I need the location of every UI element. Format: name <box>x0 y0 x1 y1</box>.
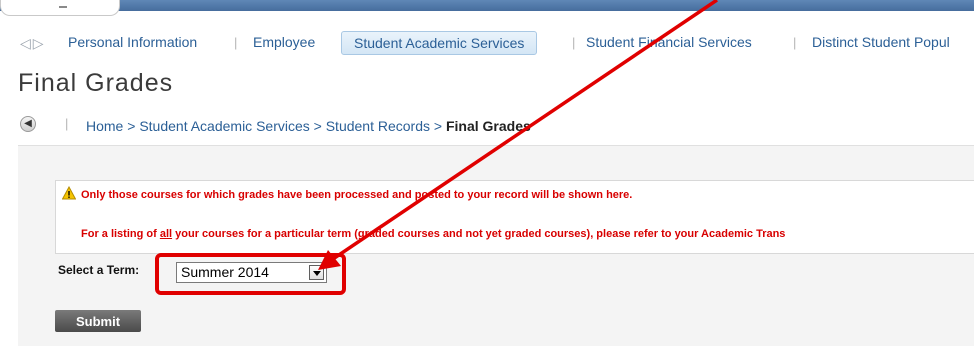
tab-distinct-student-populations[interactable]: Distinct Student Popul <box>812 34 950 50</box>
tab-student-financial-services[interactable]: Student Financial Services <box>586 34 752 50</box>
tab-personal-information[interactable]: Personal Information <box>68 34 197 50</box>
breadcrumb-separator: > <box>127 118 136 134</box>
top-banner <box>0 0 974 11</box>
notice-text-part: For a listing of <box>81 228 160 240</box>
nav-separator: | <box>234 35 238 50</box>
breadcrumb: Home > Student Academic Services > Stude… <box>86 118 531 134</box>
breadcrumb-home[interactable]: Home <box>86 118 123 134</box>
back-arrow-icon[interactable]: ◀ <box>20 116 36 132</box>
breadcrumb-separator: > <box>313 118 322 134</box>
chevron-down-icon <box>59 3 67 8</box>
breadcrumb-separator: > <box>433 118 443 134</box>
breadcrumb-student-records[interactable]: Student Records <box>326 118 430 134</box>
submit-button[interactable]: Submit <box>55 310 141 332</box>
page-title: Final Grades <box>18 69 174 97</box>
notice-text-processed: Only those courses for which grades have… <box>81 189 633 201</box>
annotation-highlight-box <box>155 253 346 295</box>
notice-text-part: your courses for a particular term (grad… <box>172 228 786 240</box>
breadcrumb-divider: | <box>65 116 69 131</box>
breadcrumb-current: Final Grades <box>445 118 531 134</box>
term-label: Select a Term: <box>58 263 140 277</box>
tab-student-academic-services[interactable]: Student Academic Services <box>341 31 538 55</box>
warning-icon <box>62 186 76 200</box>
notice-text-academic-transcript: For a listing of all your courses for a … <box>81 228 785 240</box>
notice-emphasis-all: all <box>159 228 173 240</box>
tab-employee[interactable]: Employee <box>253 34 315 50</box>
collapse-tab[interactable] <box>0 0 120 16</box>
nav-separator: | <box>572 35 576 50</box>
breadcrumb-student-academic-services[interactable]: Student Academic Services <box>139 118 309 134</box>
main-nav: ◁▷ Personal Information | Employee Stude… <box>0 31 974 55</box>
nav-separator: | <box>793 35 797 50</box>
nav-scroll-arrows-icon[interactable]: ◁▷ <box>20 35 46 52</box>
